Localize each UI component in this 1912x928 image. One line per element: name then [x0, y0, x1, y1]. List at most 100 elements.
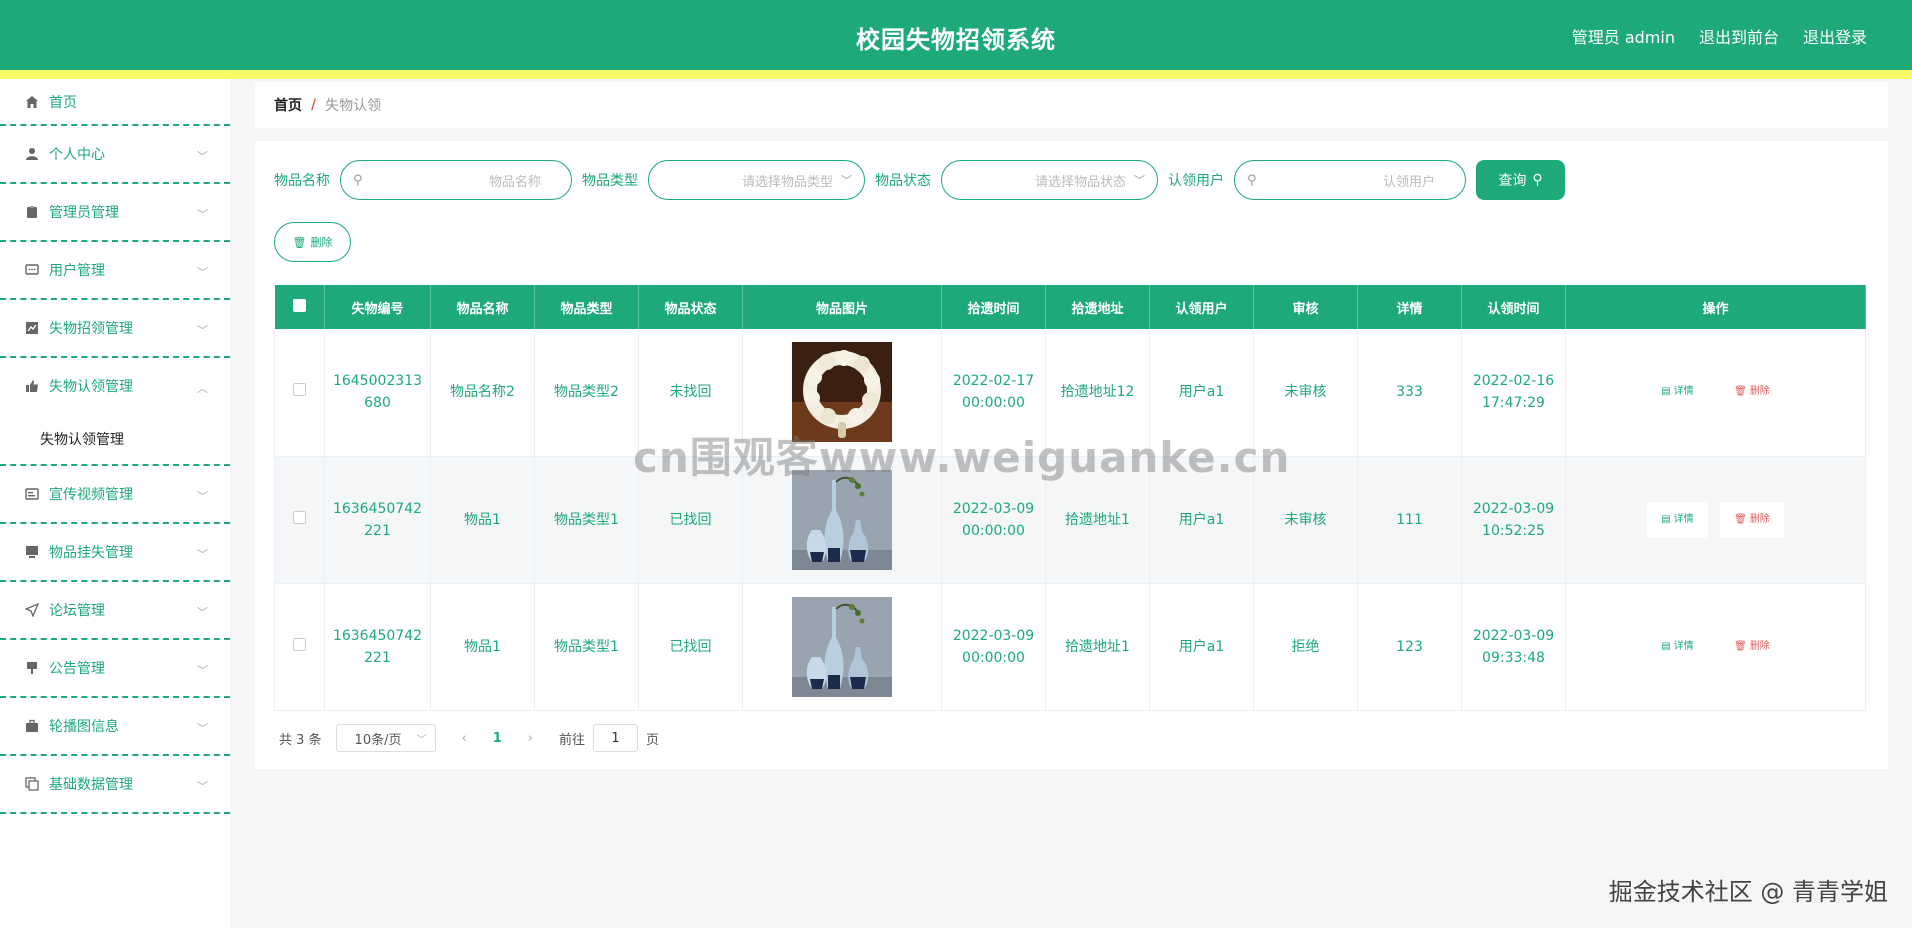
batch-delete-button[interactable]: 🗑 删除	[274, 222, 351, 262]
search-icon: ⚲	[353, 172, 363, 188]
detail-button[interactable]: ▤ 详情	[1647, 629, 1707, 665]
chevron-down-icon: ﹀	[197, 722, 208, 735]
status-placeholder: 请选择物品状态	[1034, 174, 1126, 190]
chevron-down-icon: ﹀	[197, 780, 208, 793]
type-select[interactable]: 请选择物品类型 ﹀	[648, 160, 865, 200]
item-image-vase[interactable]	[792, 596, 892, 697]
page-size-value: 10条/页	[354, 732, 402, 748]
breadcrumb-home[interactable]: 首页	[274, 95, 302, 115]
delete-button[interactable]: 🗑 删除	[1720, 374, 1784, 410]
sidebar-item-claim[interactable]: 失物认领管理 ︿	[0, 358, 230, 414]
detail-button[interactable]: ▤ 详情	[1647, 501, 1708, 538]
sidebar-item-report-loss[interactable]: 物品挂失管理 ﹀	[0, 524, 230, 582]
sidebar-item-carousel[interactable]: 轮播图信息 ﹀	[0, 698, 230, 756]
claim-date: 2022-03-09	[1472, 627, 1555, 644]
column-header: 认领时间	[1461, 285, 1566, 329]
sidebar-item-label: 失物认领管理	[49, 379, 133, 395]
select-all-checkbox[interactable]	[292, 298, 306, 312]
monitor-icon	[24, 544, 40, 560]
sidebar-item-video[interactable]: 宣传视频管理 ﹀	[0, 466, 230, 524]
sidebar-item-label: 物品挂失管理	[49, 545, 133, 561]
header-links: 管理员 admin 退出到前台 退出登录	[1572, 24, 1867, 48]
header-stripe	[0, 70, 1912, 79]
detail-value: 111	[1357, 456, 1462, 584]
sidebar-item-profile[interactable]: 个人中心 ﹀	[0, 126, 230, 184]
next-page-icon[interactable]: ›	[528, 731, 533, 746]
center-watermark: cn围观客www.weiguanke.cn	[633, 433, 1291, 482]
delete-label: 删除	[1749, 640, 1770, 652]
pickup-address: 拾遗地址1	[1045, 583, 1150, 711]
goto-page-input[interactable]: 1	[593, 724, 639, 752]
status-label: 物品状态	[875, 173, 931, 189]
name-placeholder: 物品名称	[488, 174, 541, 190]
row-checkbox[interactable]	[293, 510, 306, 524]
delete-label: 删除	[1749, 386, 1770, 398]
page-size-select[interactable]: 10条/页 ﹀	[335, 724, 436, 752]
delete-button[interactable]: 🗑 删除	[1720, 501, 1784, 538]
page-unit-label: 页	[646, 732, 660, 748]
item-id: 1636450742	[332, 500, 423, 517]
briefcase-icon	[24, 718, 40, 734]
corner-watermark: 掘金技术社区 @ 青青学姐	[1608, 878, 1888, 906]
sidebar-item-label: 管理员管理	[49, 205, 119, 221]
sidebar-item-users[interactable]: 用户管理 ﹀	[0, 242, 230, 300]
sidebar-item-label: 用户管理	[49, 263, 105, 279]
item-type: 物品类型1	[534, 583, 639, 711]
table-row: 1636450742 221 物品1 物品类型1 已找回 2022-03-09 …	[274, 583, 1866, 711]
claim-date: 2022-03-09	[1472, 500, 1555, 517]
sidebar-item-base-data[interactable]: 基础数据管理 ﹀	[0, 756, 230, 814]
current-page[interactable]: 1	[493, 731, 502, 746]
chevron-up-icon: ︿	[197, 382, 208, 395]
document-icon: ▤	[1661, 386, 1671, 398]
sidebar-item-admin[interactable]: 管理员管理 ﹀	[0, 184, 230, 242]
item-type: 物品类型2	[534, 329, 639, 457]
claims-table: 失物编号 物品名称 物品类型 物品状态 物品图片 拾遗时间 拾遗地址 认领用户 …	[274, 285, 1866, 711]
sidebar-item-lost-found[interactable]: 失物招领管理 ﹀	[0, 300, 230, 358]
prev-page-icon[interactable]: ‹	[462, 731, 467, 746]
sidebar-item-label: 轮播图信息	[49, 719, 119, 735]
chevron-down-icon: ﹀	[197, 324, 208, 337]
user-search-input[interactable]: ⚲ 认领用户	[1234, 160, 1466, 200]
goto-label: 前往	[559, 732, 586, 748]
item-name: 物品1	[430, 456, 535, 584]
type-label: 物品类型	[582, 173, 638, 189]
detail-label: 详情	[1673, 513, 1694, 525]
pickup-date: 2022-02-17	[952, 373, 1035, 390]
breadcrumb-separator: /	[311, 97, 317, 113]
row-checkbox[interactable]	[293, 637, 306, 651]
pickup-time: 00:00:00	[962, 649, 1025, 666]
status-select[interactable]: 请选择物品状态 ﹀	[941, 160, 1158, 200]
top-header: 校园失物招领系统 管理员 admin 退出到前台 退出登录	[0, 0, 1912, 70]
row-checkbox[interactable]	[293, 383, 306, 397]
chevron-down-icon: ﹀	[197, 606, 208, 619]
sidebar-item-home[interactable]: 首页	[0, 79, 230, 126]
trash-icon: 🗑	[1734, 386, 1747, 398]
sidebar-item-notice[interactable]: 公告管理 ﹀	[0, 640, 230, 698]
pin-icon	[24, 660, 40, 676]
sidebar-item-label: 公告管理	[49, 661, 105, 677]
delete-button[interactable]: 🗑 删除	[1720, 629, 1784, 665]
item-type: 物品类型1	[534, 456, 639, 584]
page-jump: 前往 1 页	[559, 724, 659, 752]
column-header: 失物编号	[324, 285, 431, 329]
send-icon	[24, 602, 40, 618]
item-name: 物品1	[430, 583, 535, 711]
sidebar-item-forum[interactable]: 论坛管理 ﹀	[0, 582, 230, 640]
type-placeholder: 请选择物品类型	[741, 174, 833, 190]
logout-link[interactable]: 退出登录	[1803, 24, 1867, 48]
query-button[interactable]: 查询 ⚲	[1476, 160, 1565, 200]
back-to-front-link[interactable]: 退出到前台	[1699, 24, 1779, 48]
home-icon	[24, 94, 40, 110]
sidebar-item-label: 宣传视频管理	[49, 487, 133, 503]
search-bar: 物品名称 ⚲ 物品名称 物品类型 请选择物品类型 ﹀ 物品状态 请选择物品状态 …	[274, 160, 1565, 200]
name-search-input[interactable]: ⚲ 物品名称	[340, 160, 572, 200]
admin-label: 管理员 admin	[1571, 28, 1675, 47]
item-id-suffix: 221	[364, 522, 391, 539]
detail-button[interactable]: ▤ 详情	[1647, 374, 1707, 410]
claim-time: 09:33:48	[1482, 649, 1545, 666]
sidebar-item-label: 失物招领管理	[49, 321, 133, 337]
sidebar-subitem-claim[interactable]: 失物认领管理	[0, 414, 230, 466]
trash-icon: 🗑	[292, 235, 307, 249]
chevron-down-icon: ﹀	[1134, 174, 1145, 187]
select-all-cell[interactable]	[274, 285, 325, 329]
